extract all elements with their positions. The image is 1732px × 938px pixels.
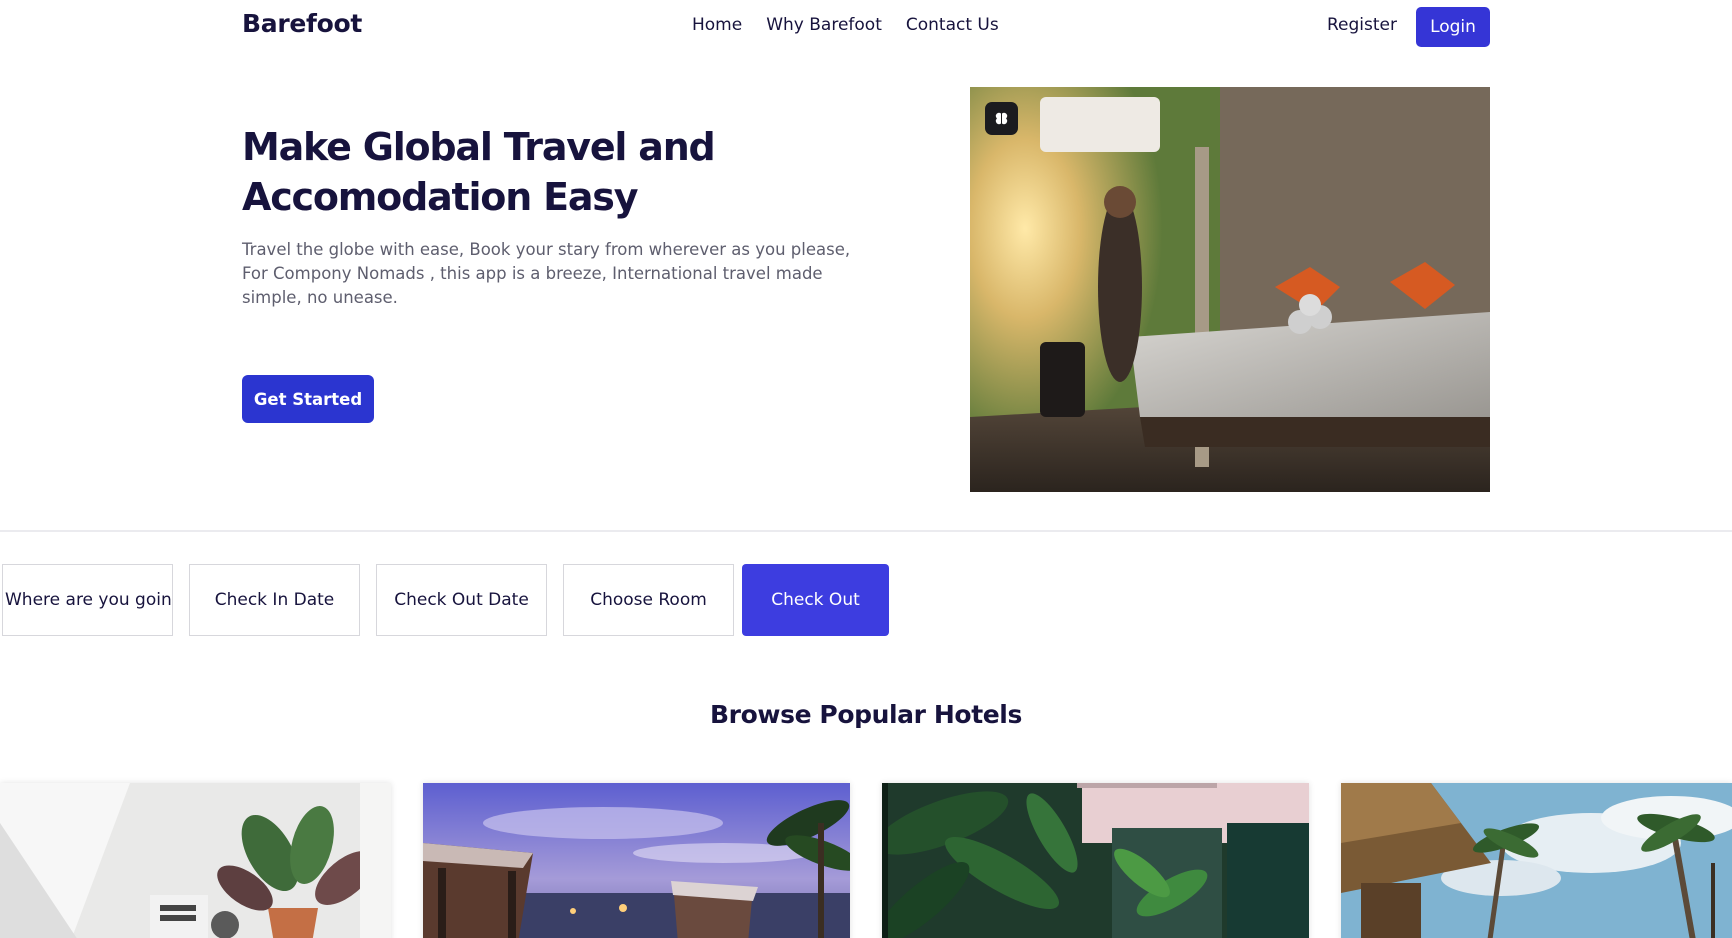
check-out-button[interactable]: Check Out [742, 564, 889, 636]
destination-field[interactable] [2, 564, 173, 636]
ai-brain-icon[interactable] [985, 102, 1018, 135]
hero-title: Make Global Travel and Accomodation Easy [242, 122, 862, 222]
hotel-card[interactable] [1341, 783, 1732, 938]
hotel-card[interactable] [882, 783, 1309, 938]
section-divider [0, 530, 1732, 532]
popular-hotels-title: Browse Popular Hotels [710, 700, 1022, 729]
nav-links: Home Why Barefoot Contact Us [692, 15, 999, 35]
hotel-card[interactable] [0, 783, 391, 938]
nav-link-contact-us[interactable]: Contact Us [906, 15, 999, 35]
nav-link-home[interactable]: Home [692, 15, 742, 35]
palm-beach-hut-photo-icon [1341, 783, 1732, 938]
tropical-courtyard-photo-icon [882, 783, 1309, 938]
brain-icon-glyph [995, 112, 1008, 125]
room-with-plant-photo-icon [0, 783, 391, 938]
check-out-date-field[interactable]: Check Out Date [376, 564, 547, 636]
nav-link-why-barefoot[interactable]: Why Barefoot [766, 15, 882, 35]
check-in-date-label: Check In Date [214, 590, 335, 610]
hero-description: Travel the globe with ease, Book your st… [242, 240, 851, 307]
hotel-card[interactable] [423, 783, 850, 938]
check-out-date-label: Check Out Date [394, 590, 529, 610]
hotel-room-photo-icon [970, 87, 1490, 492]
choose-room-label: Choose Room [590, 590, 707, 610]
hero-image [970, 87, 1490, 492]
get-started-button[interactable]: Get Started [242, 375, 374, 423]
brand-logo[interactable]: Barefoot [242, 9, 362, 38]
top-nav: Barefoot Home Why Barefoot Contact Us Re… [0, 0, 1732, 54]
hero-title-line-1: Make Global Travel and [242, 125, 716, 169]
register-link[interactable]: Register [1327, 15, 1397, 35]
login-button[interactable]: Login [1416, 7, 1490, 47]
hero-title-line-2: Accomodation Easy [242, 175, 638, 219]
choose-room-field[interactable]: Choose Room [563, 564, 734, 636]
landing-page: Barefoot Home Why Barefoot Contact Us Re… [0, 0, 1732, 938]
beach-cabana-sunset-photo-icon [423, 783, 850, 938]
destination-input[interactable] [3, 565, 172, 635]
check-in-date-field[interactable]: Check In Date [189, 564, 360, 636]
